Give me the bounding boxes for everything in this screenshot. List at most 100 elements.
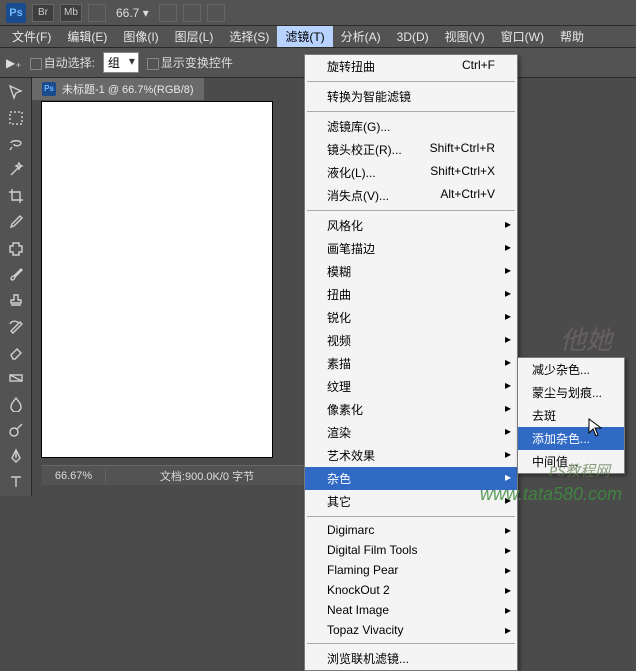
status-zoom[interactable]: 66.67%	[42, 470, 106, 482]
menu-image[interactable]: 图像(I)	[115, 26, 166, 47]
type-tool[interactable]	[5, 472, 27, 492]
healing-tool[interactable]	[5, 238, 27, 258]
brush-tool[interactable]	[5, 264, 27, 284]
pen-tool[interactable]	[5, 446, 27, 466]
filter-knockout[interactable]: KnockOut 2	[305, 580, 517, 600]
menu-file[interactable]: 文件(F)	[4, 26, 59, 47]
filter-stylize[interactable]: 风格化	[305, 214, 517, 237]
filter-digimarc[interactable]: Digimarc	[305, 520, 517, 540]
lasso-tool[interactable]	[5, 134, 27, 154]
filter-neatimage[interactable]: Neat Image	[305, 600, 517, 620]
filter-browse-online[interactable]: 浏览联机滤镜...	[305, 647, 517, 670]
filter-blur[interactable]: 模糊	[305, 260, 517, 283]
auto-select-target-combo[interactable]: 组	[103, 52, 139, 73]
menu-edit[interactable]: 编辑(E)	[59, 26, 115, 47]
screen-mode-icon[interactable]	[207, 4, 225, 22]
canvas[interactable]	[42, 102, 272, 457]
gradient-tool[interactable]	[5, 368, 27, 388]
blur-tool[interactable]	[5, 394, 27, 414]
filter-dft[interactable]: Digital Film Tools	[305, 540, 517, 560]
noise-reduce[interactable]: 减少杂色...	[518, 358, 624, 381]
eraser-tool[interactable]	[5, 342, 27, 362]
filter-topaz[interactable]: Topaz Vivacity	[305, 620, 517, 640]
label: 锐化	[327, 309, 351, 326]
main-menubar: 文件(F) 编辑(E) 图像(I) 图层(L) 选择(S) 滤镜(T) 分析(A…	[0, 26, 636, 48]
filter-video[interactable]: 视频	[305, 329, 517, 352]
zoom-level[interactable]: 66.7 ▾	[112, 6, 153, 20]
arrange-docs-icon[interactable]	[183, 4, 201, 22]
eyedropper-tool[interactable]	[5, 212, 27, 232]
filter-menu-dropdown: 旋转扭曲 Ctrl+F 转换为智能滤镜 滤镜库(G)... 镜头校正(R)...…	[304, 54, 518, 671]
noise-dust[interactable]: 蒙尘与划痕...	[518, 381, 624, 404]
label: 风格化	[327, 217, 363, 234]
filter-vanishing[interactable]: 消失点(V)...Alt+Ctrl+V	[305, 184, 517, 207]
menu-window[interactable]: 窗口(W)	[493, 26, 552, 47]
filter-pixelate[interactable]: 像素化	[305, 398, 517, 421]
hand-tool-icon[interactable]	[159, 4, 177, 22]
menu-separator	[307, 516, 515, 517]
filter-lens[interactable]: 镜头校正(R)...Shift+Ctrl+R	[305, 138, 517, 161]
filter-smart-label: 转换为智能滤镜	[327, 88, 411, 105]
filter-liquify[interactable]: 液化(L)...Shift+Ctrl+X	[305, 161, 517, 184]
toolbox	[0, 78, 32, 496]
filter-distort[interactable]: 扭曲	[305, 283, 517, 306]
label: 扭曲	[327, 286, 351, 303]
menu-separator	[307, 111, 515, 112]
filter-brushstrokes[interactable]: 画笔描边	[305, 237, 517, 260]
marquee-tool[interactable]	[5, 108, 27, 128]
label: KnockOut 2	[327, 583, 390, 597]
stamp-tool[interactable]	[5, 290, 27, 310]
label: 消失点(V)...	[327, 187, 389, 204]
filter-artistic[interactable]: 艺术效果	[305, 444, 517, 467]
label: Digital Film Tools	[327, 543, 417, 557]
menu-analysis[interactable]: 分析(A)	[333, 26, 389, 47]
filter-smart[interactable]: 转换为智能滤镜	[305, 85, 517, 108]
label: 其它	[327, 493, 351, 510]
filter-texture[interactable]: 纹理	[305, 375, 517, 398]
view-extras-icon[interactable]	[88, 4, 106, 22]
menu-view[interactable]: 视图(V)	[437, 26, 493, 47]
history-brush-tool[interactable]	[5, 316, 27, 336]
crop-tool[interactable]	[5, 186, 27, 206]
show-transform-checkbox[interactable]	[147, 58, 159, 70]
show-transform-label: 显示变换控件	[161, 56, 233, 70]
label: 视频	[327, 332, 351, 349]
move-tool-icon: ▶₊	[6, 56, 22, 70]
filter-sketch[interactable]: 素描	[305, 352, 517, 375]
move-tool[interactable]	[5, 82, 27, 102]
noise-add[interactable]: 添加杂色...	[518, 427, 624, 450]
label: Neat Image	[327, 603, 389, 617]
label: 渲染	[327, 424, 351, 441]
label: 模糊	[327, 263, 351, 280]
app-logo: Ps	[6, 3, 26, 23]
watermark-url: www.tata580.com	[480, 484, 622, 505]
filter-render[interactable]: 渲染	[305, 421, 517, 444]
menu-filter[interactable]: 滤镜(T)	[277, 26, 332, 47]
filter-last[interactable]: 旋转扭曲 Ctrl+F	[305, 55, 517, 78]
label: 纹理	[327, 378, 351, 395]
auto-select-label: 自动选择:	[44, 56, 95, 70]
label: 艺术效果	[327, 447, 375, 464]
menu-select[interactable]: 选择(S)	[221, 26, 277, 47]
dodge-tool[interactable]	[5, 420, 27, 440]
app-top-toolbar: Ps Br Mb 66.7 ▾	[0, 0, 636, 26]
menu-help[interactable]: 帮助	[552, 26, 592, 47]
label: Flaming Pear	[327, 563, 398, 577]
wand-tool[interactable]	[5, 160, 27, 180]
auto-select-checkbox[interactable]	[30, 58, 42, 70]
label: 添加杂色...	[532, 430, 590, 447]
document-tab[interactable]: Ps 未标题-1 @ 66.7%(RGB/8)	[32, 78, 204, 100]
shortcut: Shift+Ctrl+R	[430, 141, 495, 158]
label: 像素化	[327, 401, 363, 418]
minibridge-button[interactable]: Mb	[60, 4, 82, 22]
menu-separator	[307, 81, 515, 82]
menu-layer[interactable]: 图层(L)	[167, 26, 222, 47]
label: 杂色	[327, 470, 351, 487]
menu-3d[interactable]: 3D(D)	[389, 28, 437, 46]
document-title: 未标题-1 @ 66.7%(RGB/8)	[62, 81, 194, 97]
noise-despeckle[interactable]: 去斑	[518, 404, 624, 427]
bridge-button[interactable]: Br	[32, 4, 54, 22]
filter-flamingpear[interactable]: Flaming Pear	[305, 560, 517, 580]
filter-gallery[interactable]: 滤镜库(G)...	[305, 115, 517, 138]
filter-sharpen[interactable]: 锐化	[305, 306, 517, 329]
